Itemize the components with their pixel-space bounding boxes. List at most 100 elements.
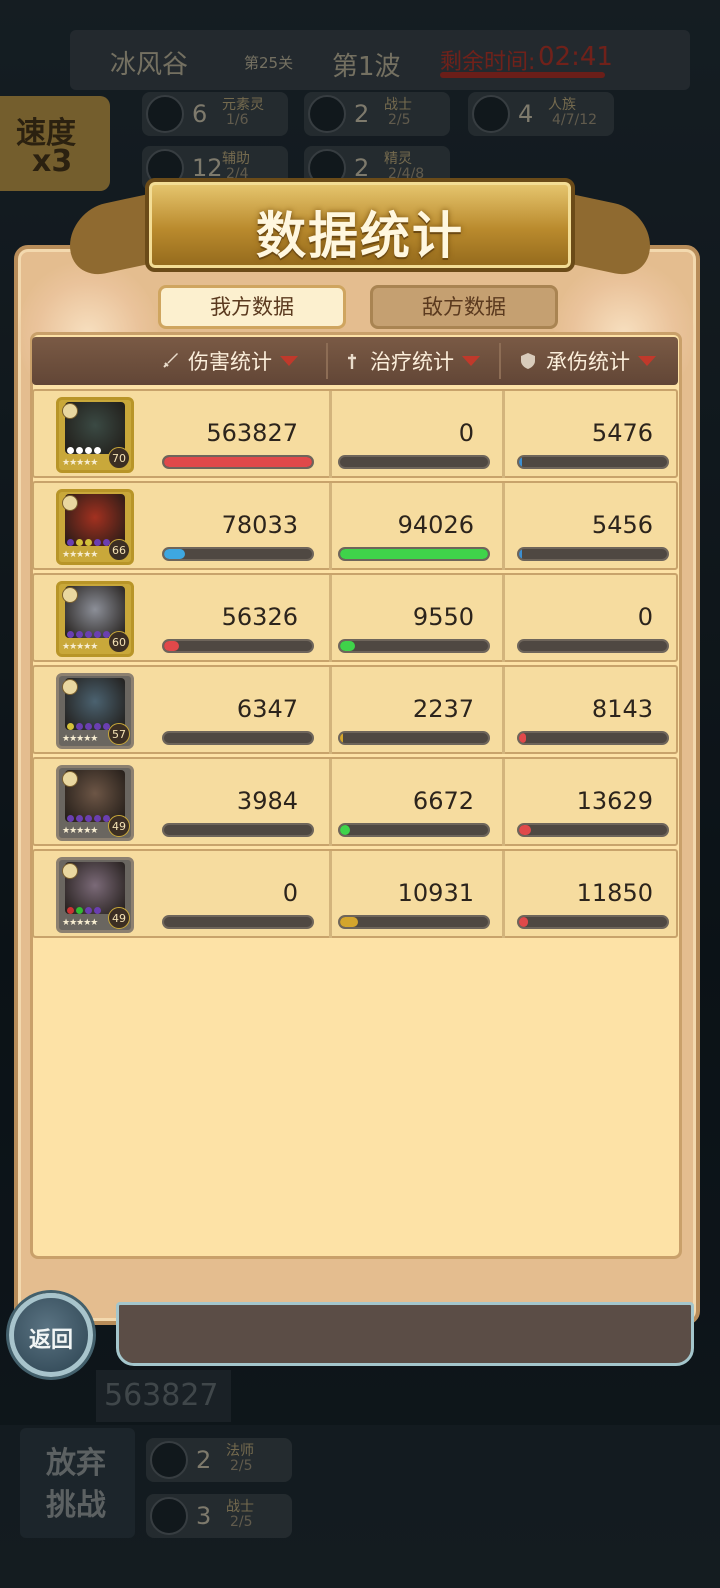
shield-icon — [521, 353, 535, 369]
equipment-dots — [67, 723, 110, 730]
sort-arrow-icon — [638, 356, 656, 366]
heal-bar — [338, 547, 490, 561]
column-damage-sort[interactable]: 伤害统计 — [160, 337, 298, 385]
column-damage-label: 伤害统计 — [188, 350, 272, 374]
column-taken-label: 承伤统计 — [546, 350, 630, 374]
hero-avatar[interactable]: ★★★★★ 60 — [56, 581, 134, 657]
heal-value: 94026 — [397, 511, 474, 539]
heal-stat-cell: 0 — [332, 391, 502, 478]
taken-value: 5476 — [591, 419, 653, 447]
star-rating-icon: ★★★★★ — [62, 826, 98, 836]
damage-value: 6347 — [236, 695, 298, 723]
heal-stat-cell: 9550 — [332, 575, 502, 662]
sort-arrow-icon — [280, 356, 298, 366]
hero-level: 60 — [108, 631, 130, 653]
tab-enemy-data[interactable]: 敌方数据 — [370, 285, 558, 329]
star-rating-icon: ★★★★★ — [62, 642, 98, 652]
damage-bar — [162, 915, 314, 929]
back-button[interactable]: 返回 — [9, 1293, 93, 1377]
damage-stat-cell: 563827 — [156, 391, 326, 478]
heal-bar — [338, 731, 490, 745]
back-ribbon-bar — [116, 1302, 694, 1366]
cell-divider — [502, 483, 505, 570]
taken-bar — [517, 731, 669, 745]
equipment-dots — [67, 447, 101, 454]
taken-stat-cell: 8143 — [511, 667, 681, 754]
equipment-dots — [67, 539, 110, 546]
damage-bar — [162, 455, 314, 469]
hero-stat-row: ★★★★★ 60 56326 9550 0 — [32, 573, 678, 662]
damage-stat-cell: 56326 — [156, 575, 326, 662]
hero-level: 57 — [108, 723, 130, 745]
hero-avatar[interactable]: ★★★★★ 70 — [56, 397, 134, 473]
header-divider — [326, 343, 328, 379]
title-banner: 数据统计 — [60, 178, 660, 281]
star-rating-icon: ★★★★★ — [62, 734, 98, 744]
damage-value: 3984 — [236, 787, 298, 815]
heal-bar-fill — [340, 825, 351, 835]
heal-value: 0 — [458, 419, 474, 447]
header-divider — [499, 343, 501, 379]
column-taken-sort[interactable]: 承伤统计 — [518, 337, 656, 385]
heal-bar — [338, 455, 490, 469]
title-plate: 数据统计 — [145, 178, 575, 272]
hero-avatar[interactable]: ★★★★★ 49 — [56, 765, 134, 841]
heal-value: 2237 — [412, 695, 474, 723]
heal-stat-cell: 6672 — [332, 759, 502, 846]
cell-divider — [502, 391, 505, 478]
damage-stat-cell: 6347 — [156, 667, 326, 754]
taken-stat-cell: 11850 — [511, 851, 681, 938]
star-rating-icon: ★★★★★ — [62, 550, 98, 560]
back-button-label: 返回 — [28, 1328, 73, 1353]
star-rating-icon: ★★★★★ — [62, 458, 98, 468]
hero-avatar[interactable]: ★★★★★ 49 — [56, 857, 134, 933]
equipment-dots — [67, 815, 110, 822]
heal-stat-cell: 94026 — [332, 483, 502, 570]
class-badge-icon — [62, 403, 78, 419]
taken-stat-cell: 13629 — [511, 759, 681, 846]
taken-stat-cell: 5476 — [511, 391, 681, 478]
damage-stat-cell: 78033 — [156, 483, 326, 570]
damage-bar-fill — [164, 457, 312, 467]
cross-icon — [348, 354, 356, 369]
cell-divider — [502, 759, 505, 846]
hero-avatar[interactable]: ★★★★★ 57 — [56, 673, 134, 749]
taken-bar — [517, 547, 669, 561]
heal-bar — [338, 639, 490, 653]
cell-divider — [502, 575, 505, 662]
damage-stat-cell: 0 — [156, 851, 326, 938]
heal-bar — [338, 915, 490, 929]
class-badge-icon — [62, 863, 78, 879]
sort-arrow-icon — [462, 356, 480, 366]
hero-stat-row: ★★★★★ 49 0 10931 11850 — [32, 849, 678, 938]
heal-stat-cell: 2237 — [332, 667, 502, 754]
taken-bar-fill — [519, 733, 527, 743]
taken-value: 0 — [637, 603, 653, 631]
taken-bar-fill — [519, 917, 528, 927]
tab-my-data[interactable]: 我方数据 — [158, 285, 346, 329]
taken-stat-cell: 0 — [511, 575, 681, 662]
class-badge-icon — [62, 495, 78, 511]
taken-bar-fill — [519, 825, 531, 835]
heal-stat-cell: 10931 — [332, 851, 502, 938]
class-badge-icon — [62, 679, 78, 695]
hero-avatar[interactable]: ★★★★★ 66 — [56, 489, 134, 565]
taken-value: 8143 — [591, 695, 653, 723]
popup-title: 数据统计 — [256, 207, 464, 265]
hero-level: 49 — [108, 815, 130, 837]
hero-level: 49 — [108, 907, 130, 929]
heal-value: 10931 — [397, 879, 474, 907]
star-rating-icon: ★★★★★ — [62, 918, 98, 928]
damage-stat-cell: 3984 — [156, 759, 326, 846]
taken-stat-cell: 5456 — [511, 483, 681, 570]
column-heal-sort[interactable]: 治疗统计 — [342, 337, 480, 385]
cell-divider — [502, 851, 505, 938]
heal-bar-fill — [340, 549, 488, 559]
taken-value: 11850 — [576, 879, 653, 907]
sword-icon — [163, 353, 178, 368]
damage-bar — [162, 639, 314, 653]
hero-stat-row: ★★★★★ 57 6347 2237 8143 — [32, 665, 678, 754]
heal-bar — [338, 823, 490, 837]
heal-value: 6672 — [412, 787, 474, 815]
damage-bar — [162, 547, 314, 561]
